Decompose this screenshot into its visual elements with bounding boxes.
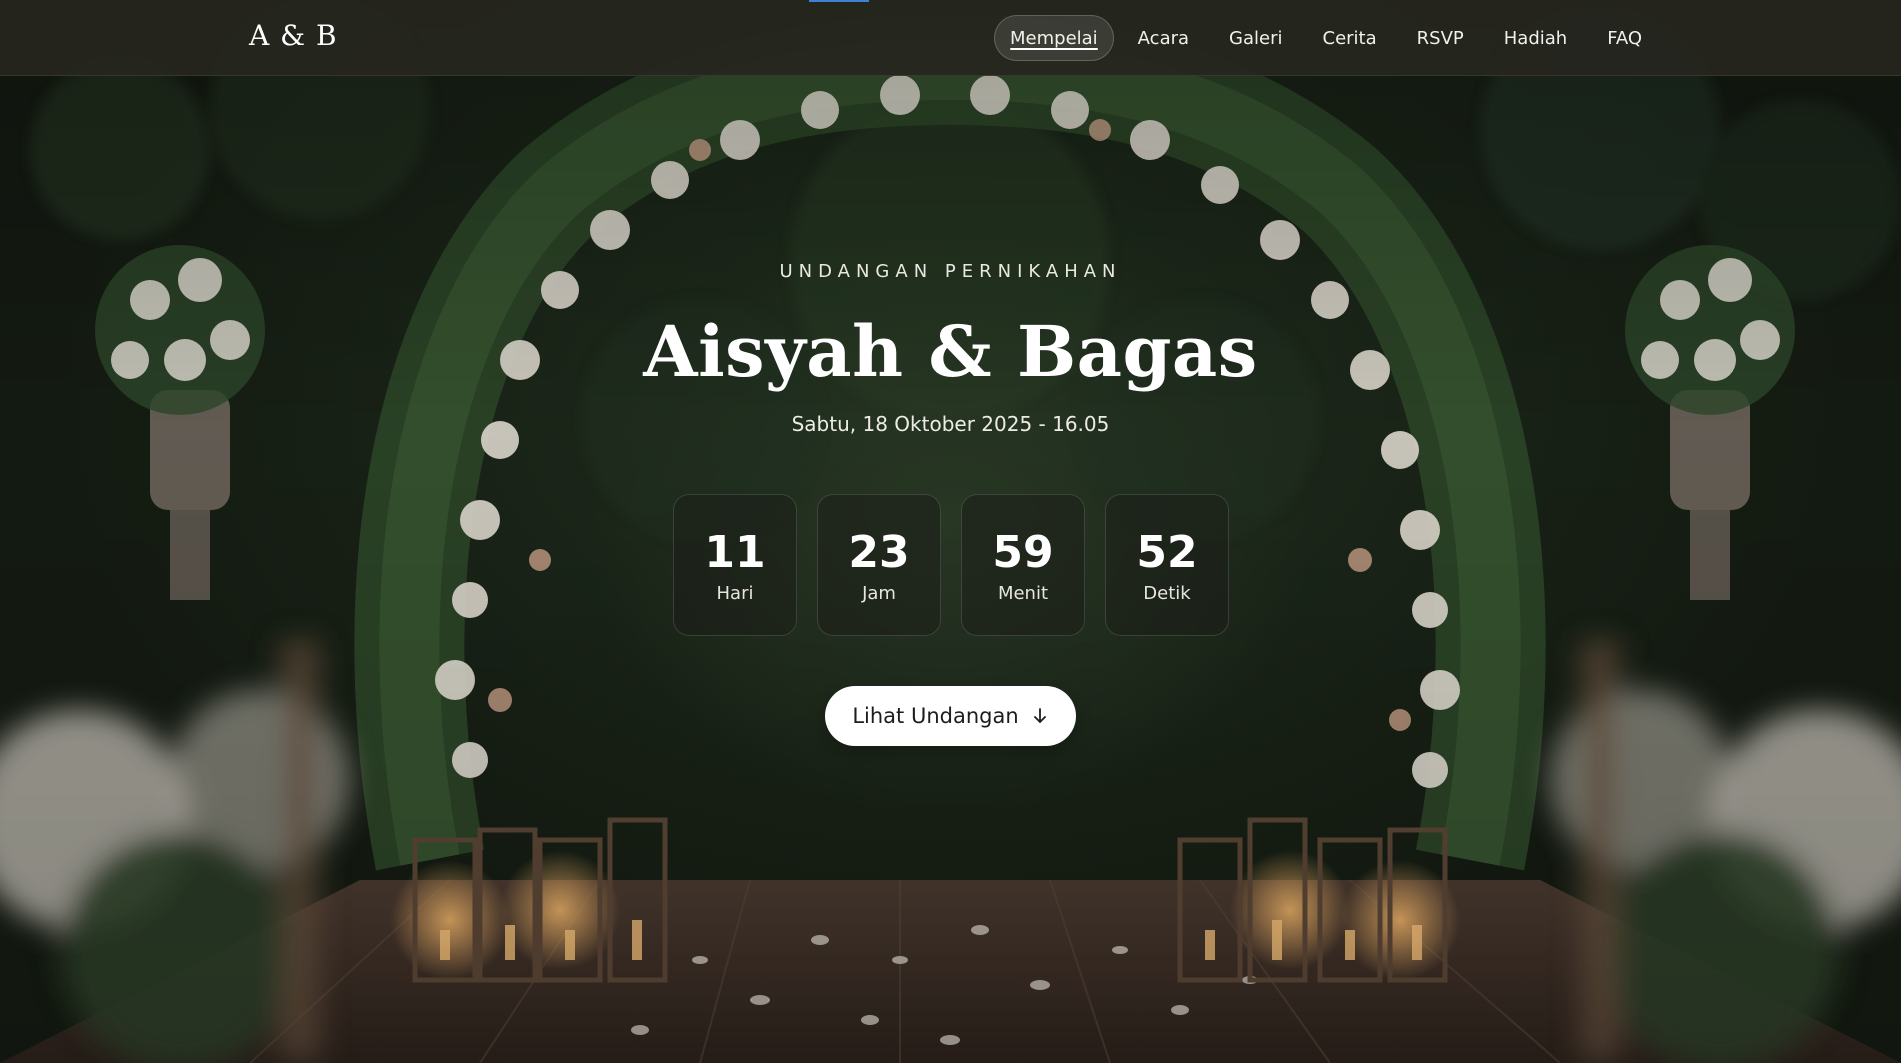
nav-progress-indicator <box>809 0 869 2</box>
nav-link-rsvp[interactable]: RSVP <box>1397 15 1484 61</box>
nav-link-galeri[interactable]: Galeri <box>1209 15 1302 61</box>
arrow-down-icon <box>1031 707 1049 725</box>
nav-link-faq[interactable]: FAQ <box>1587 15 1662 61</box>
countdown-label: Hari <box>716 582 754 604</box>
view-invitation-label: Lihat Undangan <box>852 704 1019 728</box>
countdown-timer: 11 Hari 23 Jam 59 Menit 52 Detik <box>673 494 1229 636</box>
hero-section: UNDANGAN PERNIKAHAN Aisyah & Bagas Sabtu… <box>0 260 1901 438</box>
nav-link-cerita[interactable]: Cerita <box>1303 15 1397 61</box>
view-invitation-button[interactable]: Lihat Undangan <box>825 686 1076 746</box>
nav-link-mempelai[interactable]: Mempelai <box>994 15 1114 61</box>
countdown-label: Detik <box>1143 582 1191 604</box>
nav-links: Mempelai Acara Galeri Cerita RSVP Hadiah… <box>994 14 1662 62</box>
countdown-hours: 23 Jam <box>817 494 941 636</box>
countdown-value: 52 <box>1136 526 1198 578</box>
couple-names: Aisyah & Bagas <box>643 310 1258 393</box>
countdown-days: 11 Hari <box>673 494 797 636</box>
event-date: Sabtu, 18 Oktober 2025 - 16.05 <box>791 412 1110 436</box>
top-navbar: A & B Mempelai Acara Galeri Cerita RSVP … <box>0 0 1901 76</box>
hero-kicker: UNDANGAN PERNIKAHAN <box>779 261 1122 282</box>
countdown-label: Menit <box>997 582 1049 604</box>
countdown-minutes: 59 Menit <box>961 494 1085 636</box>
nav-link-acara[interactable]: Acara <box>1118 15 1209 61</box>
site-logo[interactable]: A & B <box>249 19 338 52</box>
countdown-value: 59 <box>992 526 1054 578</box>
countdown-value: 11 <box>704 526 766 578</box>
nav-link-hadiah[interactable]: Hadiah <box>1484 15 1587 61</box>
countdown-seconds: 52 Detik <box>1105 494 1229 636</box>
countdown-value: 23 <box>848 526 910 578</box>
countdown-label: Jam <box>862 582 896 604</box>
